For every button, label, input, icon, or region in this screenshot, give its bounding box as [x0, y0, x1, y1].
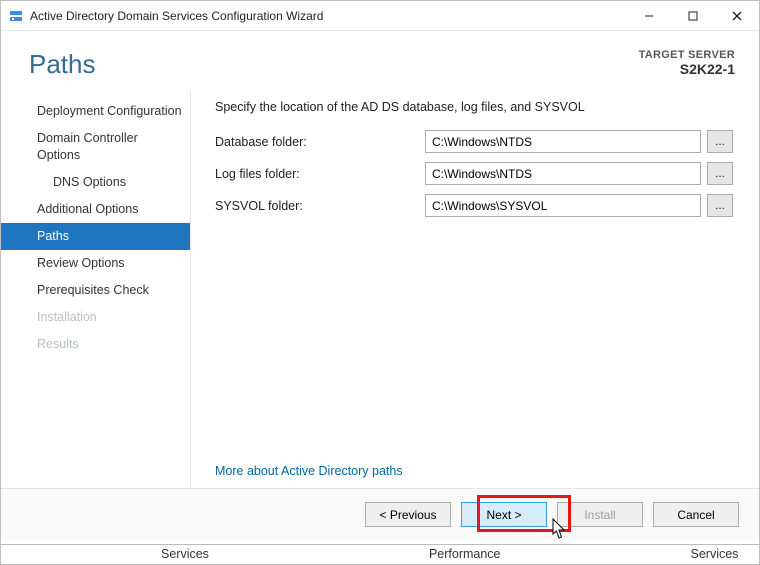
- content: Specify the location of the AD DS databa…: [191, 90, 759, 488]
- row-database: Database folder: ...: [215, 130, 733, 153]
- spacer: [215, 226, 733, 464]
- wizard-window: Active Directory Domain Services Configu…: [0, 0, 760, 565]
- input-database[interactable]: [425, 130, 701, 153]
- bg-label-services2: Services: [641, 545, 760, 564]
- sidebar-item-installation: Installation: [1, 304, 190, 331]
- page-title: Paths: [29, 49, 96, 80]
- target-label: TARGET SERVER: [639, 49, 735, 61]
- window-buttons: [627, 1, 759, 31]
- bg-label-performance: Performance: [379, 545, 551, 564]
- previous-button[interactable]: < Previous: [365, 502, 451, 527]
- input-log[interactable]: [425, 162, 701, 185]
- next-button[interactable]: Next >: [461, 502, 547, 527]
- sidebar-item-additional-options[interactable]: Additional Options: [1, 196, 190, 223]
- minimize-button[interactable]: [627, 1, 671, 31]
- titlebar: Active Directory Domain Services Configu…: [1, 1, 759, 31]
- sidebar: Deployment ConfigurationDomain Controlle…: [1, 90, 191, 488]
- sidebar-item-domain-controller-options[interactable]: Domain Controller Options: [1, 125, 190, 169]
- browse-log[interactable]: ...: [707, 162, 733, 185]
- sidebar-item-review-options[interactable]: Review Options: [1, 250, 190, 277]
- body: Deployment ConfigurationDomain Controlle…: [1, 90, 759, 488]
- background-strip: Services Performance Services: [1, 544, 759, 564]
- install-button: Install: [557, 502, 643, 527]
- sidebar-item-prerequisites-check[interactable]: Prerequisites Check: [1, 277, 190, 304]
- close-button[interactable]: [715, 1, 759, 31]
- sidebar-item-paths[interactable]: Paths: [1, 223, 190, 250]
- more-about-link[interactable]: More about Active Directory paths: [215, 464, 733, 478]
- target-name: S2K22-1: [639, 61, 735, 77]
- row-log: Log files folder: ...: [215, 162, 733, 185]
- browse-sysvol[interactable]: ...: [707, 194, 733, 217]
- sidebar-item-results: Results: [1, 331, 190, 358]
- input-sysvol[interactable]: [425, 194, 701, 217]
- maximize-button[interactable]: [671, 1, 715, 31]
- intro-text: Specify the location of the AD DS databa…: [215, 100, 733, 114]
- cancel-button[interactable]: Cancel: [653, 502, 739, 527]
- browse-database[interactable]: ...: [707, 130, 733, 153]
- target-panel: TARGET SERVER S2K22-1: [639, 49, 735, 80]
- header-row: Paths TARGET SERVER S2K22-1: [1, 31, 759, 90]
- label-database: Database folder:: [215, 135, 425, 149]
- row-sysvol: SYSVOL folder: ...: [215, 194, 733, 217]
- window-title: Active Directory Domain Services Configu…: [30, 9, 627, 23]
- app-icon: [9, 9, 23, 23]
- footer: < Previous Next > Install Cancel: [1, 488, 759, 540]
- sidebar-item-deployment-configuration[interactable]: Deployment Configuration: [1, 98, 190, 125]
- sidebar-item-dns-options[interactable]: DNS Options: [1, 169, 190, 196]
- label-sysvol: SYSVOL folder:: [215, 199, 425, 213]
- label-log: Log files folder:: [215, 167, 425, 181]
- bg-label-services: Services: [111, 545, 259, 564]
